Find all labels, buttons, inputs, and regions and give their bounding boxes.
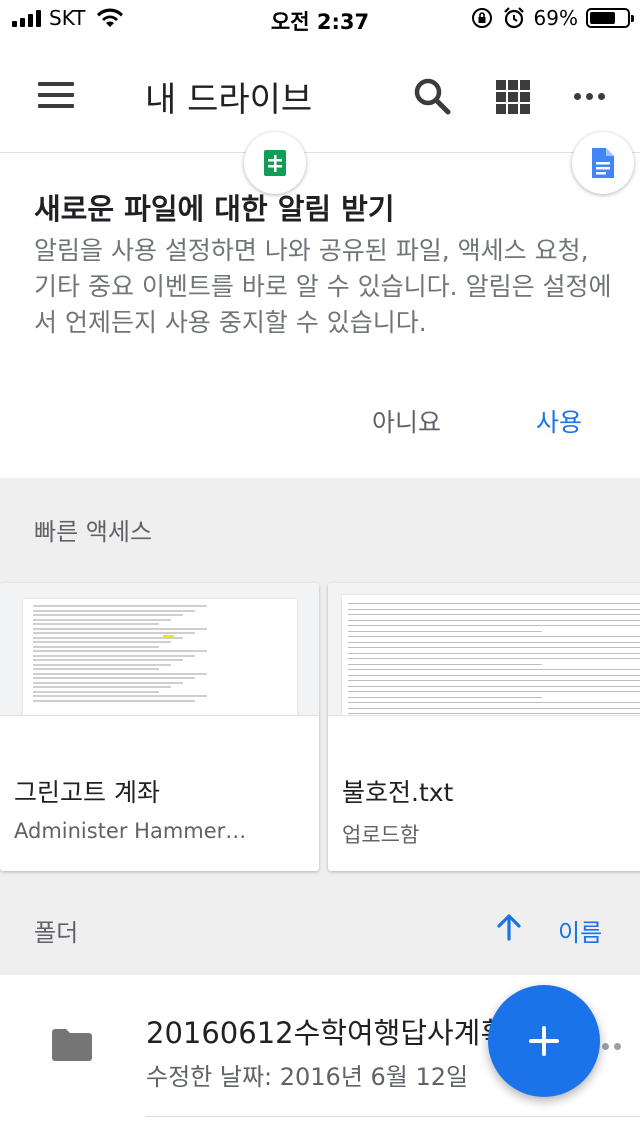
alarm-icon xyxy=(503,7,524,29)
app-bar: 내 드라이브 xyxy=(0,40,640,153)
preview-line xyxy=(33,686,171,688)
sort-by-name-button[interactable]: 이름 xyxy=(558,913,602,948)
preview-line xyxy=(348,652,640,654)
quick-access-card[interactable]: 그린고트 계좌 Administer Hammer… xyxy=(0,583,319,871)
google-docs-icon xyxy=(572,132,634,194)
preview-line xyxy=(33,699,195,702)
search-icon[interactable] xyxy=(412,76,452,116)
menu-icon[interactable] xyxy=(38,82,74,108)
notification-prompt: 새로운 파일에 대한 알림 받기 알림을 사용 설정하면 나와 공유된 파일, … xyxy=(0,153,640,478)
folder-icon xyxy=(52,1029,92,1061)
battery-percent: 69% xyxy=(533,6,578,30)
preview-line xyxy=(33,659,183,661)
folder-modified-date: 수정한 날짜: 2016년 6월 12일 xyxy=(146,1063,469,1091)
battery-fill xyxy=(590,12,615,24)
preview-line xyxy=(33,695,207,697)
preview-line xyxy=(33,650,207,652)
notification-body: 알림을 사용 설정하면 나와 공유된 파일, 액세스 요청, 기타 중요 이벤트… xyxy=(34,236,612,337)
preview-line xyxy=(33,609,195,612)
preview-line xyxy=(33,636,183,639)
preview-line xyxy=(348,707,640,709)
preview-line xyxy=(348,625,640,626)
preview-line xyxy=(33,623,159,625)
orientation-lock-icon xyxy=(471,8,492,28)
preview-line xyxy=(33,618,171,621)
preview-line xyxy=(348,685,640,687)
preview-line xyxy=(33,641,171,643)
preview-line xyxy=(348,619,640,621)
status-right: 69% xyxy=(470,6,634,30)
file-subtitle: Administer Hammer… xyxy=(14,819,247,843)
quick-access-card[interactable]: 불호전.txt 업로드함 xyxy=(328,583,640,871)
battery-icon xyxy=(586,8,634,28)
file-thumbnail xyxy=(0,583,319,716)
preview-line xyxy=(33,605,207,607)
google-sheets-icon xyxy=(244,132,306,194)
preview-line xyxy=(33,668,159,670)
preview-line xyxy=(33,690,159,693)
preview-line xyxy=(348,696,542,698)
preview-line xyxy=(33,677,195,679)
file-name: 그린고트 계좌 xyxy=(14,778,160,807)
preview-line xyxy=(348,680,640,681)
notification-title: 새로운 파일에 대한 알림 받기 xyxy=(34,192,395,226)
preview-line xyxy=(348,658,640,659)
preview-line xyxy=(33,681,183,684)
preview-line xyxy=(348,713,640,714)
text-preview xyxy=(342,595,640,715)
preview-line xyxy=(348,608,640,610)
plus-icon xyxy=(529,1026,559,1056)
preview-line xyxy=(33,663,171,666)
preview-line xyxy=(33,645,159,648)
grid-view-icon[interactable] xyxy=(496,80,530,114)
divider xyxy=(146,1116,640,1117)
preview-line xyxy=(348,691,640,692)
preview-line xyxy=(348,641,640,643)
preview-line xyxy=(348,647,640,648)
preview-line xyxy=(33,654,195,657)
folders-header: 폴더 xyxy=(34,919,79,947)
file-name: 불호전.txt xyxy=(342,778,454,807)
folder-name: 20160612수학여행답사계획 xyxy=(146,1016,508,1050)
new-button[interactable] xyxy=(488,985,600,1097)
more-icon[interactable] xyxy=(574,93,605,100)
preview-line xyxy=(33,672,207,675)
file-subtitle: 업로드함 xyxy=(342,823,420,847)
accept-button[interactable]: 사용 xyxy=(536,403,582,439)
preview-line xyxy=(33,627,207,630)
quick-access-header: 빠른 액세스 xyxy=(34,518,153,546)
preview-line xyxy=(348,674,640,676)
page-title: 내 드라이브 xyxy=(145,80,313,120)
file-thumbnail xyxy=(328,583,640,716)
arrow-up-icon[interactable] xyxy=(494,912,524,942)
preview-line xyxy=(348,630,542,632)
decline-button[interactable]: 아니요 xyxy=(372,403,441,439)
preview-line xyxy=(348,669,640,670)
preview-line xyxy=(33,632,195,634)
preview-line xyxy=(33,614,183,616)
preview-line xyxy=(348,603,640,604)
preview-line xyxy=(348,702,640,703)
preview-line xyxy=(348,663,542,665)
preview-line xyxy=(348,636,640,637)
spreadsheet-preview xyxy=(23,599,297,715)
preview-line xyxy=(348,614,640,615)
status-bar: SKT 오전 2:37 69% xyxy=(0,0,640,40)
